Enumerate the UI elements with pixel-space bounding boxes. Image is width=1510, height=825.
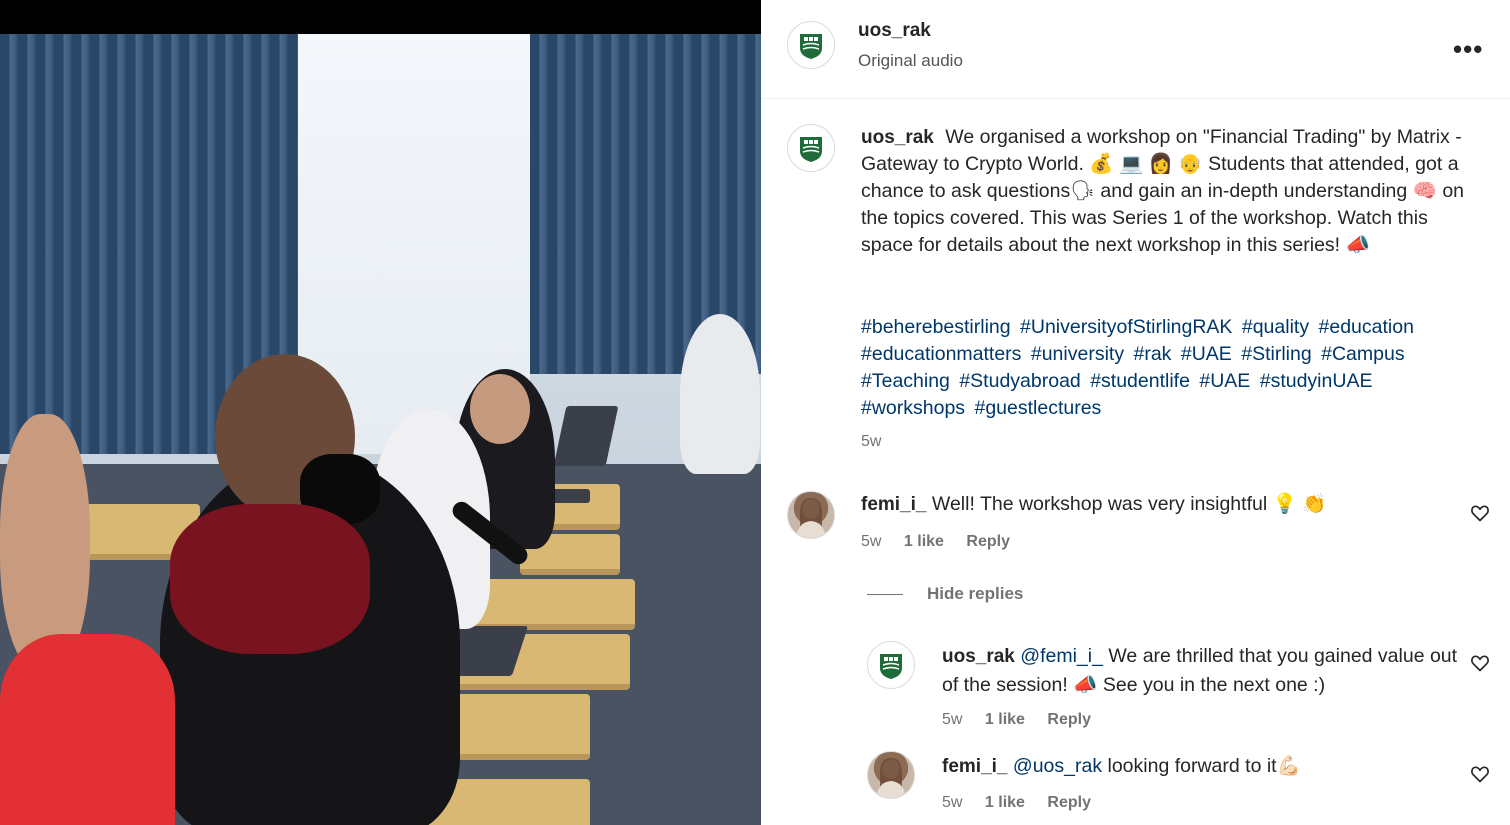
hashtag-link[interactable]: #educationmatters bbox=[861, 343, 1021, 365]
reply-likes[interactable]: 1 like bbox=[985, 711, 1025, 728]
post-header: uos_rak Original audio ••• bbox=[761, 0, 1510, 99]
reply-author-avatar[interactable] bbox=[867, 641, 915, 689]
post-media[interactable] bbox=[0, 0, 761, 825]
caption-text: We organised a workshop on "Financial Tr… bbox=[861, 126, 1465, 256]
profile-photo bbox=[796, 498, 826, 538]
hashtag-link[interactable]: #workshops bbox=[861, 397, 965, 419]
mention-link[interactable]: @uos_rak bbox=[1013, 755, 1102, 777]
more-options-button[interactable]: ••• bbox=[1453, 34, 1483, 65]
reply-author[interactable]: femi_i_ bbox=[942, 756, 1007, 777]
caption-author-avatar[interactable] bbox=[787, 124, 835, 172]
reply-button[interactable]: Reply bbox=[966, 533, 1010, 550]
reply-button[interactable]: Reply bbox=[1047, 794, 1091, 811]
reply-meta: 5w 1 like Reply bbox=[942, 711, 1109, 729]
post-details-panel: uos_rak Original audio ••• uos_rak We or… bbox=[761, 0, 1510, 825]
university-crest-icon bbox=[880, 654, 902, 679]
comment-text: Well! The workshop was very insightful 💡… bbox=[931, 493, 1327, 515]
reply-meta: 5w 1 like Reply bbox=[942, 794, 1109, 812]
reply-timestamp[interactable]: 5w bbox=[942, 711, 962, 728]
reply: uos_rak @femi_i_ We are thrilled that yo… bbox=[942, 642, 1462, 699]
hashtag-link[interactable]: #Campus bbox=[1321, 343, 1404, 365]
divider bbox=[867, 593, 903, 595]
hashtag-link[interactable]: #UAE bbox=[1199, 370, 1250, 392]
comment-author[interactable]: femi_i_ bbox=[861, 494, 926, 515]
heart-icon[interactable] bbox=[1470, 503, 1490, 523]
hashtag-link[interactable]: #Teaching bbox=[861, 370, 950, 392]
hashtag-link[interactable]: #UniversityofStirlingRAK bbox=[1020, 316, 1232, 338]
post-author-username[interactable]: uos_rak bbox=[858, 20, 931, 42]
hashtag-link[interactable]: #beherebestirling bbox=[861, 316, 1011, 338]
author-avatar[interactable] bbox=[787, 21, 835, 69]
hashtag-link[interactable]: #university bbox=[1031, 343, 1124, 365]
reply-button[interactable]: Reply bbox=[1047, 711, 1091, 728]
heart-icon[interactable] bbox=[1470, 764, 1490, 784]
hashtag-link[interactable]: #studyinUAE bbox=[1260, 370, 1373, 392]
reply-timestamp[interactable]: 5w bbox=[942, 794, 962, 811]
profile-photo bbox=[876, 758, 906, 798]
hashtag-link[interactable]: #rak bbox=[1134, 343, 1172, 365]
comment-likes[interactable]: 1 like bbox=[904, 533, 944, 550]
hashtag-link[interactable]: #guestlectures bbox=[974, 397, 1101, 419]
comment-meta: 5w 1 like Reply bbox=[861, 533, 1028, 551]
post-caption: uos_rak We organised a workshop on "Fina… bbox=[861, 124, 1471, 259]
reply: femi_i_ @uos_rak looking forward to it💪🏻 bbox=[942, 752, 1462, 781]
comment-timestamp[interactable]: 5w bbox=[861, 533, 881, 550]
audio-link[interactable]: Original audio bbox=[858, 51, 963, 71]
university-crest-icon bbox=[800, 34, 822, 59]
hashtag-link[interactable]: #quality bbox=[1242, 316, 1309, 338]
commenter-avatar[interactable] bbox=[787, 491, 835, 539]
reply-likes[interactable]: 1 like bbox=[985, 794, 1025, 811]
heart-icon[interactable] bbox=[1470, 653, 1490, 673]
hashtag-list: #beherebestirling #UniversityofStirlingR… bbox=[861, 314, 1471, 422]
reply-author[interactable]: uos_rak bbox=[942, 646, 1015, 667]
hide-replies-button[interactable]: Hide replies bbox=[867, 584, 1023, 604]
comment: femi_i_ Well! The workshop was very insi… bbox=[861, 490, 1421, 519]
post-timestamp[interactable]: 5w bbox=[861, 433, 881, 451]
reply-author-avatar[interactable] bbox=[867, 751, 915, 799]
hashtag-link[interactable]: #Studyabroad bbox=[959, 370, 1080, 392]
university-crest-icon bbox=[800, 137, 822, 162]
hashtag-link[interactable]: #UAE bbox=[1181, 343, 1232, 365]
hashtag-link[interactable]: #Stirling bbox=[1241, 343, 1311, 365]
mention-link[interactable]: @femi_i_ bbox=[1020, 645, 1103, 667]
hashtag-link[interactable]: #education bbox=[1319, 316, 1414, 338]
caption-author[interactable]: uos_rak bbox=[861, 127, 934, 148]
post-photo bbox=[0, 34, 761, 825]
hashtag-link[interactable]: #studentlife bbox=[1090, 370, 1190, 392]
reply-text: looking forward to it💪🏻 bbox=[1107, 755, 1301, 777]
